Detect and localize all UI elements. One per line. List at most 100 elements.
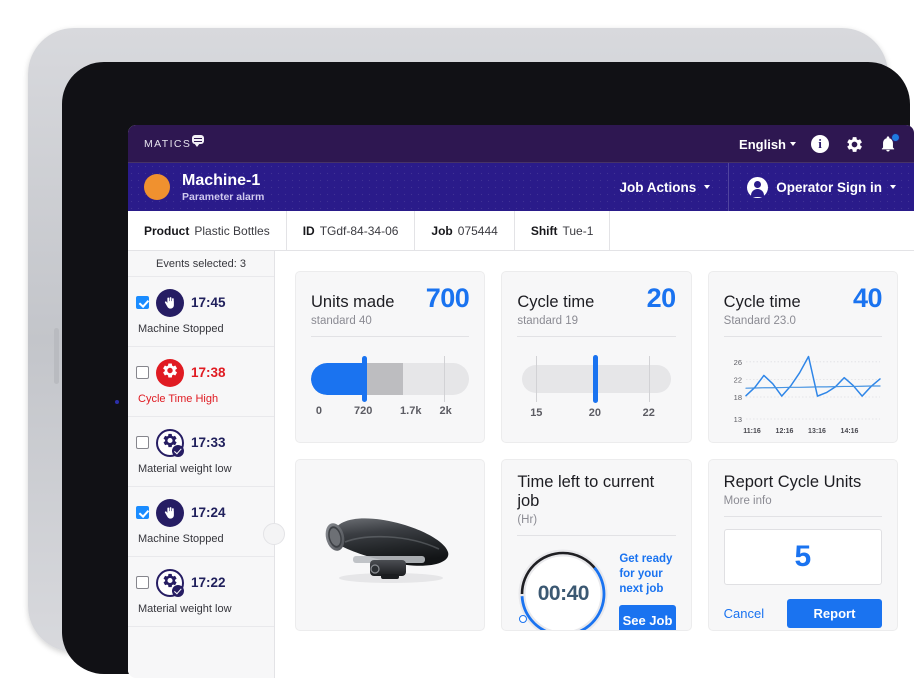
check-badge-icon — [172, 444, 184, 457]
tab-id-value: TGdf-84-34-06 — [319, 223, 399, 238]
tab-product-value: Plastic Bottles — [194, 223, 270, 238]
top-bar: MATICS English i — [128, 125, 914, 163]
svg-text:12:16: 12:16 — [775, 428, 793, 435]
logo-text: MATICS — [144, 138, 192, 150]
card-title: Units made — [311, 293, 395, 311]
event-time: 17:24 — [191, 505, 226, 520]
card-title: Time left to current job — [517, 473, 655, 510]
tab-id-label: ID — [302, 223, 315, 238]
gear-check-icon — [156, 568, 184, 597]
machine-bar: Machine-1 Parameter alarm Job Actions Op… — [128, 163, 914, 211]
chevron-down-icon — [704, 185, 711, 189]
event-checkbox[interactable] — [136, 436, 149, 449]
gauge-tick-label: 20 — [588, 407, 602, 419]
events-sidebar: Events selected: 3 17:45 Machine Stopped… — [128, 251, 285, 678]
list-item[interactable]: 17:22 Material weight low — [128, 557, 274, 627]
list-item[interactable]: 17:38 Cycle Time High — [128, 347, 274, 417]
machine-name: Machine-1 — [182, 171, 261, 189]
svg-text:14:16: 14:16 — [840, 428, 858, 435]
gauge-tick — [536, 356, 538, 402]
tab-id[interactable]: ID TGdf-84-34-06 — [285, 211, 415, 250]
machine-status: Parameter alarm — [182, 190, 265, 203]
notification-badge — [891, 132, 900, 142]
event-time: 17:38 — [191, 365, 226, 380]
gauge-fill — [311, 363, 363, 395]
card-title: Cycle time — [517, 293, 595, 311]
logo-bubble-icon — [192, 135, 205, 147]
tab-shift-value: Tue-1 — [562, 223, 594, 238]
info-tab-bar: Product Plastic Bottles ID TGdf-84-34-06… — [128, 211, 914, 251]
list-item[interactable]: 17:24 Machine Stopped — [128, 487, 274, 557]
card-value: 700 — [425, 283, 470, 313]
gauge-tick-label: 22 — [642, 407, 655, 419]
info-icon[interactable]: i — [811, 134, 830, 154]
card-value: 20 — [646, 283, 677, 313]
tab-product-label: Product — [144, 223, 190, 238]
event-checkbox[interactable] — [136, 506, 149, 519]
cancel-button[interactable]: Cancel — [724, 606, 764, 621]
language-selector[interactable]: English — [739, 137, 796, 152]
tab-job-label: Job — [431, 223, 453, 238]
divider — [723, 516, 882, 517]
check-badge-icon — [172, 584, 184, 597]
list-item[interactable]: 17:45 Machine Stopped — [128, 277, 274, 347]
tablet-side-button[interactable] — [54, 328, 59, 384]
card-cycle-time-gauge: Cycle time 20 standard 19 15 20 22 — [501, 271, 692, 443]
gauge-track — [311, 363, 470, 395]
card-report-cycle-units: Report Cycle Units More info 5 Cancel Re… — [707, 459, 898, 631]
events-selected-count: Events selected: 3 — [128, 251, 274, 277]
gauge-tick — [648, 356, 650, 402]
svg-text:26: 26 — [733, 358, 741, 367]
timer-value: 00:40 — [537, 582, 590, 605]
cycle-time-line-chart: 13 18 22 26 11:16 12:16 13:16 14:16 — [724, 347, 882, 439]
list-item[interactable]: 17:33 Material weight low — [128, 417, 274, 487]
see-job-button[interactable]: See Job — [619, 605, 676, 630]
gear-check-icon — [156, 428, 184, 457]
shotgun-microphone-image — [325, 517, 449, 583]
divider — [517, 535, 676, 536]
chevron-down-icon — [890, 185, 896, 189]
tab-product[interactable]: Product Plastic Bottles — [128, 211, 286, 250]
bell-icon[interactable] — [879, 132, 900, 154]
svg-text:18: 18 — [733, 393, 741, 402]
card-title: Report Cycle Units — [723, 473, 862, 491]
card-subtitle: standard 19 — [517, 315, 579, 327]
front-camera — [115, 400, 119, 404]
event-checkbox[interactable] — [136, 296, 149, 309]
event-time: 17:33 — [191, 435, 226, 450]
card-units-made: Units made 700 standard 40 0 720 1.7k 2k — [295, 271, 486, 443]
tab-shift[interactable]: Shift Tue-1 — [513, 211, 610, 250]
card-time-left: Time left to current job (Hr) 00:40 Get … — [501, 459, 692, 631]
gauge-tick-label: 720 — [354, 405, 373, 417]
card-subtitle: Standard 23.0 — [723, 315, 796, 327]
language-label: English — [739, 136, 786, 152]
operator-sign-in-menu[interactable]: Operator Sign in — [728, 163, 914, 211]
app-screen: MATICS English i Machine-1 Parameter ala… — [128, 125, 914, 678]
tab-shift-label: Shift — [530, 223, 558, 238]
svg-text:13:16: 13:16 — [808, 428, 826, 435]
card-value: 40 — [852, 283, 883, 313]
gauge-needle — [362, 356, 368, 402]
svg-text:22: 22 — [733, 375, 741, 384]
matics-logo[interactable]: MATICS — [144, 135, 205, 150]
gear-icon[interactable] — [845, 135, 864, 154]
event-checkbox[interactable] — [136, 576, 149, 589]
event-label: Cycle Time High — [138, 392, 219, 405]
gauge-tick-label: 2k — [439, 405, 452, 417]
tab-bar-spacer — [609, 211, 914, 250]
cycle-units-input[interactable]: 5 — [723, 529, 882, 585]
countdown-timer: 00:40 — [517, 548, 609, 630]
event-checkbox[interactable] — [136, 366, 149, 379]
tab-job[interactable]: Job 075444 — [414, 211, 513, 250]
units-made-gauge: 0 720 1.7k 2k — [311, 356, 470, 417]
event-label: Material weight low — [138, 462, 232, 475]
report-button[interactable]: Report — [786, 599, 882, 628]
event-label: Machine Stopped — [138, 532, 224, 545]
divider — [517, 336, 676, 337]
sidebar-collapse-handle[interactable] — [263, 523, 285, 545]
top-bar-actions: English i — [739, 132, 900, 154]
svg-text:11:16: 11:16 — [743, 428, 761, 435]
job-actions-menu[interactable]: Job Actions — [601, 163, 728, 211]
tablet-frame: MATICS English i Machine-1 Parameter ala… — [28, 28, 914, 678]
card-product-image — [295, 459, 486, 631]
